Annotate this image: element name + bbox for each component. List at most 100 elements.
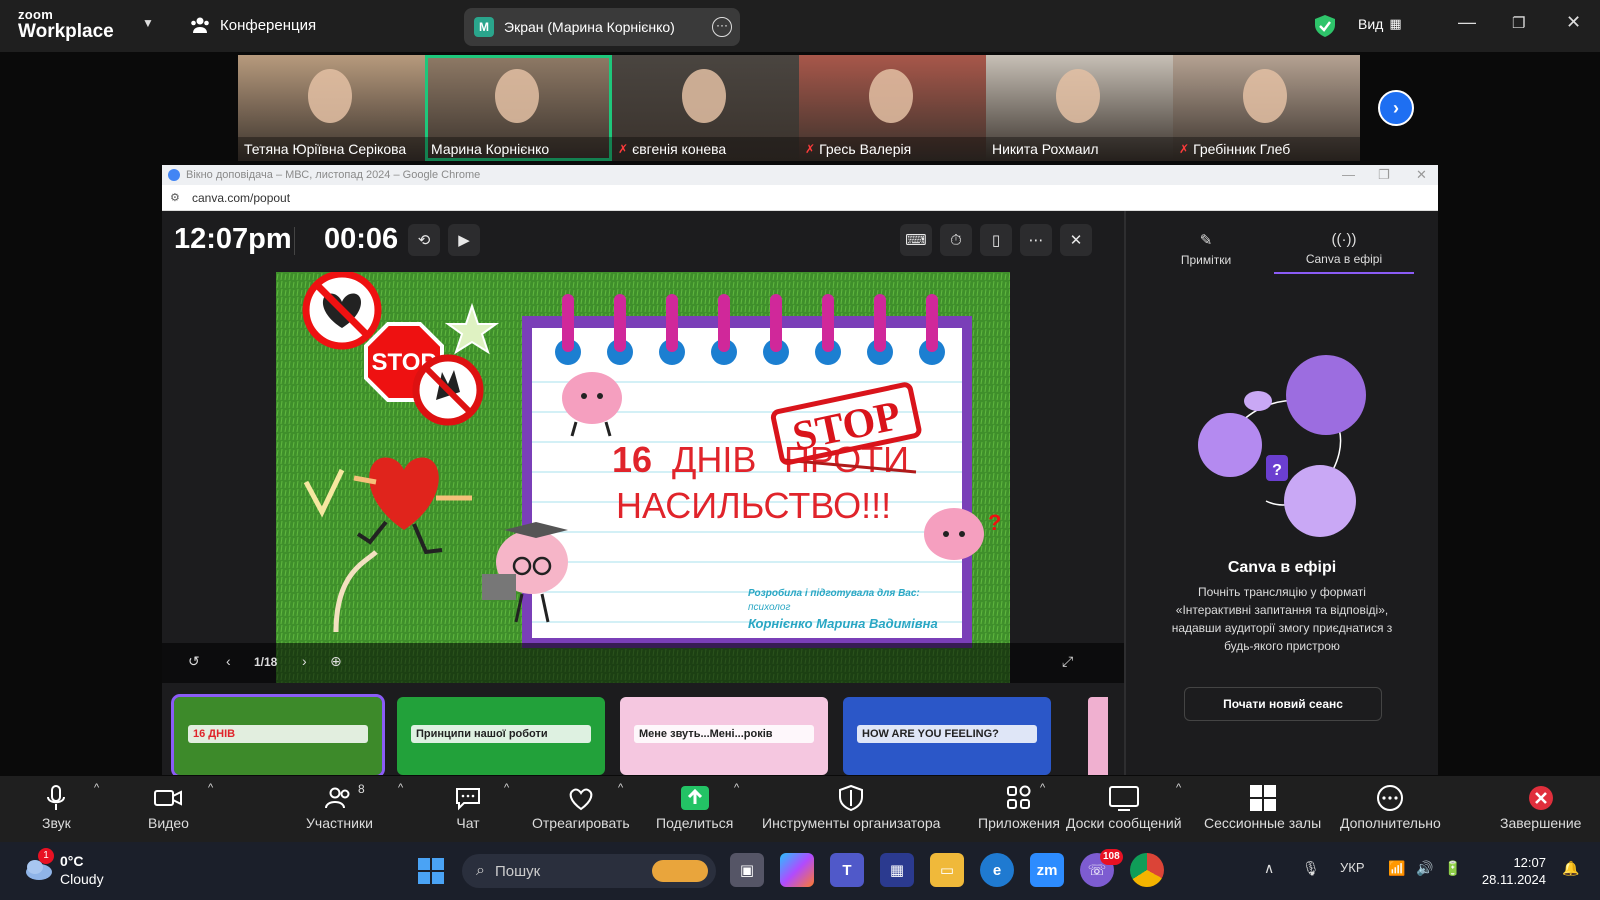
- participant-tile[interactable]: Тетяна Юріївна Серікова: [238, 55, 425, 161]
- tab-canva-live[interactable]: ((·)) Canva в ефірі: [1274, 231, 1414, 274]
- participant-tile[interactable]: ✗ Гресь Валерія: [799, 55, 986, 161]
- participant-tile[interactable]: Никита Рохмаил: [986, 55, 1173, 161]
- more-circle-icon: [1377, 785, 1404, 811]
- chrome-restore-icon[interactable]: ❐: [1378, 167, 1390, 183]
- store-icon[interactable]: ▦: [880, 853, 914, 887]
- share-button[interactable]: Поделиться: [656, 784, 733, 831]
- slide-thumbnail[interactable]: 16 ДНІВ: [171, 694, 385, 775]
- wifi-icon[interactable]: 📶: [1388, 860, 1405, 877]
- notes-icon: ✎: [1199, 232, 1213, 249]
- fullscreen-icon[interactable]: ⤢: [1062, 653, 1073, 670]
- participants-button[interactable]: Участники 8: [306, 782, 373, 831]
- security-shield-icon[interactable]: [1314, 14, 1336, 38]
- react-button[interactable]: Отреагировать: [532, 784, 630, 831]
- apps-button[interactable]: Приложения: [978, 784, 1060, 831]
- volume-icon[interactable]: 🔊: [1416, 860, 1433, 877]
- sharer-avatar: M: [474, 17, 494, 37]
- chat-button[interactable]: Чат: [454, 784, 482, 831]
- thumbnail-partial[interactable]: [1088, 697, 1108, 775]
- video-caret[interactable]: ^: [208, 782, 213, 794]
- viber-icon[interactable]: ☏ 108: [1080, 849, 1123, 887]
- play-icon[interactable]: ▶: [448, 224, 480, 256]
- host-tools-button[interactable]: Инструменты организатора: [762, 784, 940, 831]
- more-options-icon[interactable]: ···: [712, 17, 732, 37]
- logo-small: zoom: [18, 7, 54, 22]
- windows-start-icon[interactable]: [418, 858, 444, 884]
- page-indicator: 1/18: [254, 655, 278, 669]
- host-shield-icon: [839, 784, 864, 812]
- address-bar[interactable]: ⚙ canva.com/popout: [162, 185, 1438, 211]
- notification-bell-icon[interactable]: 🔔: [1562, 860, 1579, 877]
- next-participants-button[interactable]: ›: [1378, 90, 1414, 126]
- end-meeting-button[interactable]: Завершение: [1500, 784, 1581, 831]
- participant-name-text: Гресь Валерія: [819, 141, 912, 157]
- keyboard-icon[interactable]: ⌨: [900, 224, 932, 256]
- conference-button[interactable]: Конференция: [190, 16, 316, 34]
- participant-name-text: Тетяна Юріївна Серікова: [244, 141, 407, 157]
- view-label: Вид: [1358, 16, 1384, 32]
- chevron-down-icon[interactable]: ▼: [142, 16, 154, 30]
- next-slide-icon[interactable]: ›: [302, 653, 307, 669]
- audio-caret[interactable]: ^: [94, 782, 99, 794]
- file-explorer-icon[interactable]: ▭: [930, 853, 964, 887]
- participants-caret[interactable]: ^: [398, 782, 403, 794]
- more-button[interactable]: Дополнительно: [1340, 784, 1441, 831]
- boards-caret[interactable]: ^: [1176, 782, 1181, 794]
- share-caret[interactable]: ^: [734, 782, 739, 794]
- zoom-taskbar-icon[interactable]: zm: [1030, 853, 1064, 887]
- start-session-button[interactable]: Почати новий сеанс: [1184, 687, 1382, 721]
- weather-widget[interactable]: 1 0°C Cloudy: [22, 848, 104, 888]
- chrome-close-icon[interactable]: ✕: [1416, 167, 1427, 183]
- react-caret[interactable]: ^: [618, 782, 623, 794]
- url-text: canva.com/popout: [192, 190, 291, 205]
- close-icon[interactable]: ✕: [1566, 12, 1581, 33]
- close-presenter-icon[interactable]: ✕: [1060, 224, 1092, 256]
- participant-tile[interactable]: Марина Корнієнко: [425, 55, 612, 161]
- participant-name-text: євгенія конева: [632, 141, 727, 157]
- participant-tile[interactable]: ✗ євгенія конева: [612, 55, 799, 161]
- taskbar-clock[interactable]: 12:07 28.11.2024: [1476, 854, 1546, 888]
- language-indicator[interactable]: УКР: [1340, 860, 1365, 875]
- apps-caret[interactable]: ^: [1040, 782, 1045, 794]
- teams-icon[interactable]: T: [830, 853, 864, 887]
- slide-thumbnail[interactable]: HOW ARE YOU FEELING?: [843, 697, 1051, 775]
- zoom-in-icon[interactable]: ⊕: [330, 653, 342, 670]
- chat-caret[interactable]: ^: [504, 782, 509, 794]
- participant-name-text: Никита Рохмаил: [992, 141, 1099, 157]
- battery-icon[interactable]: 🔋: [1444, 860, 1461, 877]
- audio-button[interactable]: Звук: [42, 784, 71, 831]
- tab-notes[interactable]: ✎ Примітки: [1136, 231, 1276, 267]
- site-info-icon[interactable]: ⚙: [170, 191, 180, 204]
- remote-icon[interactable]: ▯: [980, 224, 1012, 256]
- breakout-grid-icon: [1249, 785, 1276, 811]
- video-button[interactable]: Видео: [148, 784, 189, 831]
- slide-thumbnail[interactable]: Принципи нашої роботи: [397, 697, 605, 775]
- minimize-icon[interactable]: —: [1458, 12, 1476, 33]
- participant-name: Тетяна Юріївна Серікова: [238, 137, 425, 161]
- slide-thumbnail[interactable]: Мене звуть...Мені...років: [620, 697, 828, 775]
- edge-icon[interactable]: e: [980, 853, 1014, 887]
- end-icon: [1528, 786, 1553, 810]
- copilot-icon[interactable]: [780, 853, 814, 887]
- tray-mic-icon[interactable]: 🎙: [1302, 860, 1320, 877]
- chrome-taskbar-icon[interactable]: [1130, 853, 1164, 887]
- screen-share-indicator[interactable]: M Экран (Марина Корнієнко) ···: [464, 8, 740, 46]
- slide-title-line2: НАСИЛЬСТВО!!!: [616, 485, 891, 526]
- stopwatch-icon[interactable]: ⏱: [940, 224, 972, 256]
- restart-icon[interactable]: ↺: [188, 653, 200, 670]
- taskbar-search[interactable]: ⌕ Пошук: [462, 854, 716, 888]
- view-button[interactable]: Вид ▦: [1358, 16, 1402, 32]
- tray-chevron-icon[interactable]: ∧: [1264, 860, 1274, 877]
- heart-icon: [569, 788, 593, 811]
- clock-time: 12:07: [1513, 855, 1546, 870]
- participant-name: Никита Рохмаил: [986, 137, 1173, 161]
- message-boards-button[interactable]: Доски сообщений: [1066, 784, 1182, 831]
- participant-tile[interactable]: ✗ Гребінник Глеб: [1173, 55, 1360, 161]
- task-view-icon[interactable]: ▣: [730, 853, 764, 887]
- chrome-minimize-icon[interactable]: —: [1342, 167, 1355, 182]
- reset-timer-icon[interactable]: ⟲: [408, 224, 440, 256]
- more-icon[interactable]: ⋯: [1020, 224, 1052, 256]
- breakout-rooms-button[interactable]: Сессионные залы: [1204, 784, 1321, 831]
- prev-slide-icon[interactable]: ‹: [226, 653, 231, 669]
- restore-icon[interactable]: ❐: [1512, 14, 1525, 32]
